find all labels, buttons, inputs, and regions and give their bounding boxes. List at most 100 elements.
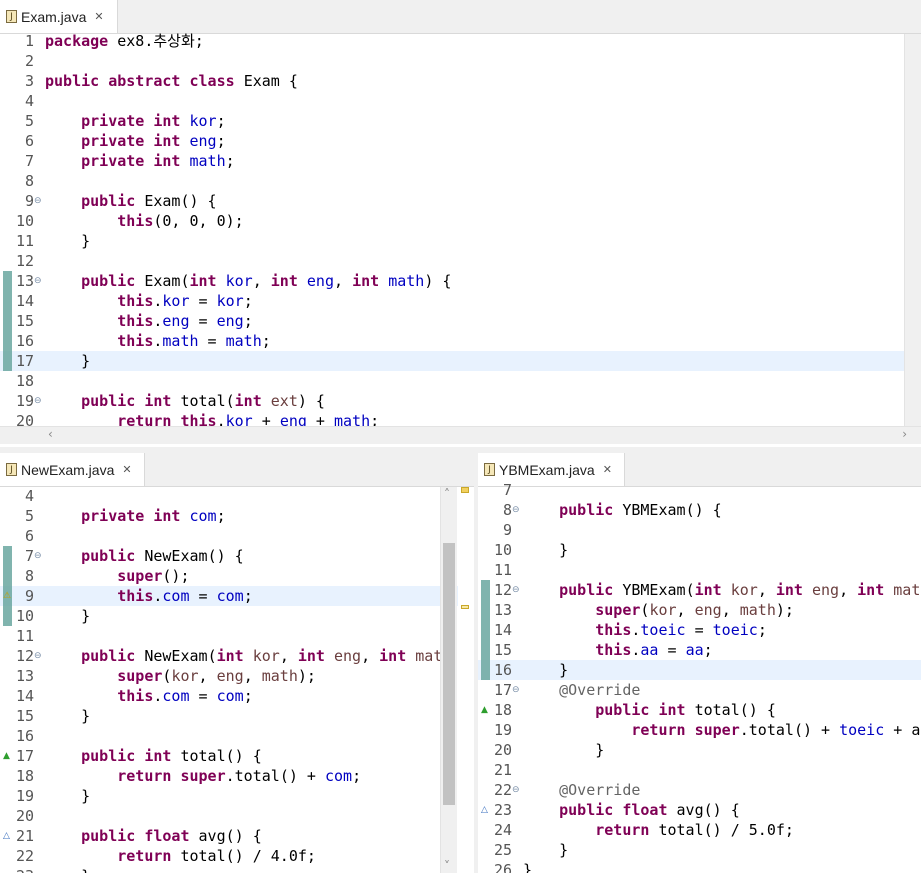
tab-ybmexam-label: YBMExam.java [499,461,595,478]
fold-collapse-icon[interactable]: ⊖ [34,271,42,291]
code-line[interactable]: 9 ⚠ this.com = com; [0,586,458,606]
code-line[interactable]: 19 ⊖ public int total(int ext) { [0,391,921,411]
code-line[interactable]: 6 private int eng; [0,131,921,151]
code-line[interactable]: 2 [0,51,921,71]
code-line[interactable]: 8 [0,171,921,191]
code-line[interactable]: 10 } [478,540,921,560]
code-line[interactable]: 7 private int math; [0,151,921,171]
code-line[interactable]: 10 } [0,606,458,626]
code-line[interactable]: 15 this.aa = aa; [478,640,921,660]
code-line[interactable]: 9 [478,520,921,540]
exam-vertical-scrollbar[interactable] [904,34,921,427]
code-line[interactable]: 14 this.kor = kor; [0,291,921,311]
code-text: private int math; [81,152,235,170]
code-line[interactable]: 8 super(); [0,566,458,586]
override-icon[interactable]: ▲ [481,700,488,720]
change-marker [481,600,490,620]
code-line[interactable]: 7 ⊖ public NewExam() { [0,546,458,566]
fold-collapse-icon[interactable]: ⊖ [34,546,42,566]
code-line[interactable]: 11 [0,626,458,646]
warning-icon[interactable]: ⚠ [3,586,11,606]
code-line[interactable]: 14 this.toeic = toeic; [478,620,921,640]
fold-collapse-icon[interactable]: ⊖ [512,580,520,600]
line-number: 25 [493,841,512,859]
exam-code-editor[interactable]: 1 package ex8.추상화; 2 3 public abstract class… [0,31,921,430]
overview-occurrence-marker[interactable] [461,605,469,609]
change-marker [481,620,490,640]
close-icon[interactable]: ✕ [603,463,612,476]
exam-horizontal-scrollbar[interactable]: ‹ › [0,426,921,444]
code-line[interactable]: 4 [0,91,921,111]
code-line[interactable]: 5 private int kor; [0,111,921,131]
tab-newexam-java[interactable]: J NewExam.java ✕ [0,453,145,486]
code-line[interactable]: 7 [478,480,921,500]
fold-collapse-icon[interactable]: ⊖ [512,500,520,520]
code-line[interactable]: 15 this.eng = eng; [0,311,921,331]
code-line[interactable]: 24 return total() / 5.0f; [478,820,921,840]
code-line[interactable]: 21 [478,760,921,780]
code-line[interactable]: 19 } [0,786,458,806]
ybmexam-code-editor[interactable]: 7 8 ⊖ public YBMExam() {9 10 } 11 12 ⊖ public … [478,481,921,873]
code-line[interactable]: 18 [0,371,921,391]
newexam-vertical-scrollbar[interactable]: ˄ ˅ [440,487,457,873]
fold-collapse-icon[interactable]: ⊖ [512,780,520,800]
scroll-right-arrow-icon[interactable]: › [902,427,907,441]
code-line[interactable]: 17 ▲ public int total() { [0,746,458,766]
overview-warning-marker[interactable] [461,487,469,493]
code-line[interactable]: 5 private int com; [0,506,458,526]
newexam-editor-pane: J NewExam.java ✕ 45 private int com; 6 7 ⊖ … [0,453,474,873]
code-line[interactable]: 15 } [0,706,458,726]
code-line[interactable]: 8 ⊖ public YBMExam() { [478,500,921,520]
code-line[interactable]: 13 super(kor, eng, math); [0,666,458,686]
code-line[interactable]: 13 ⊖ public Exam(int kor, int eng, int ma… [0,271,921,291]
code-line[interactable]: 25 } [478,840,921,860]
code-line[interactable]: 1 package ex8.추상화; [0,31,921,51]
code-line[interactable]: 22 ⊖ @Override [478,780,921,800]
code-text: } [45,866,90,873]
code-line[interactable]: 21 △ public float avg() { [0,826,458,846]
code-line[interactable]: 12 ⊖ public YBMExam(int kor, int eng, int… [478,580,921,600]
code-text: this.math = math; [117,332,271,350]
code-line[interactable]: 4 [0,486,458,506]
fold-collapse-icon[interactable]: ⊖ [512,680,520,700]
code-line[interactable]: 22 return total() / 4.0f; [0,846,458,866]
code-line[interactable]: 11 } [0,231,921,251]
close-icon[interactable]: ✕ [122,463,131,476]
tab-exam-java[interactable]: J Exam.java ✕ [0,0,118,33]
code-line[interactable]: 18 return super.total() + com; [0,766,458,786]
code-line[interactable]: 10 this(0, 0, 0); [0,211,921,231]
code-line[interactable]: 18 ▲ public int total() { [478,700,921,720]
change-marker [3,331,12,351]
code-line[interactable]: 17 ⊖ @Override [478,680,921,700]
code-line[interactable]: 16 } [478,660,921,680]
code-line[interactable]: 20 [0,806,458,826]
code-line[interactable]: 13 super(kor, eng, math); [478,600,921,620]
override-icon[interactable]: ▲ [3,746,10,766]
code-line[interactable]: 16 [0,726,458,746]
implement-icon[interactable]: △ [481,800,488,820]
newexam-code-editor[interactable]: 45 private int com; 6 7 ⊖ public NewExam() … [0,487,458,873]
code-line[interactable]: 16 this.math = math; [0,331,921,351]
code-line[interactable]: 17 } [0,351,921,371]
code-line[interactable]: 26} [478,860,921,873]
code-line[interactable]: 6 [0,526,458,546]
scroll-left-arrow-icon[interactable]: ‹ [48,427,53,441]
scroll-up-arrow-icon[interactable]: ˄ [444,487,450,501]
fold-collapse-icon[interactable]: ⊖ [34,191,42,211]
code-line[interactable]: 14 this.com = com; [0,686,458,706]
code-line[interactable]: 3 public abstract class Exam { [0,71,921,91]
code-line[interactable]: 12 ⊖ public NewExam(int kor, int eng, int… [0,646,458,666]
code-line[interactable]: 23 △ public float avg() { [478,800,921,820]
fold-collapse-icon[interactable]: ⊖ [34,646,42,666]
code-line[interactable]: 9 ⊖ public Exam() { [0,191,921,211]
implement-icon[interactable]: △ [3,826,10,846]
fold-collapse-icon[interactable]: ⊖ [34,391,42,411]
code-line[interactable]: 23 } [0,866,458,873]
code-line[interactable]: 12 [0,251,921,271]
code-line[interactable]: 11 [478,560,921,580]
close-icon[interactable]: ✕ [94,10,103,23]
code-line[interactable]: 19 return super.total() + toeic + a [478,720,921,740]
scroll-down-arrow-icon[interactable]: ˅ [444,859,450,873]
code-line[interactable]: 20 } [478,740,921,760]
scroll-thumb[interactable] [443,543,455,805]
